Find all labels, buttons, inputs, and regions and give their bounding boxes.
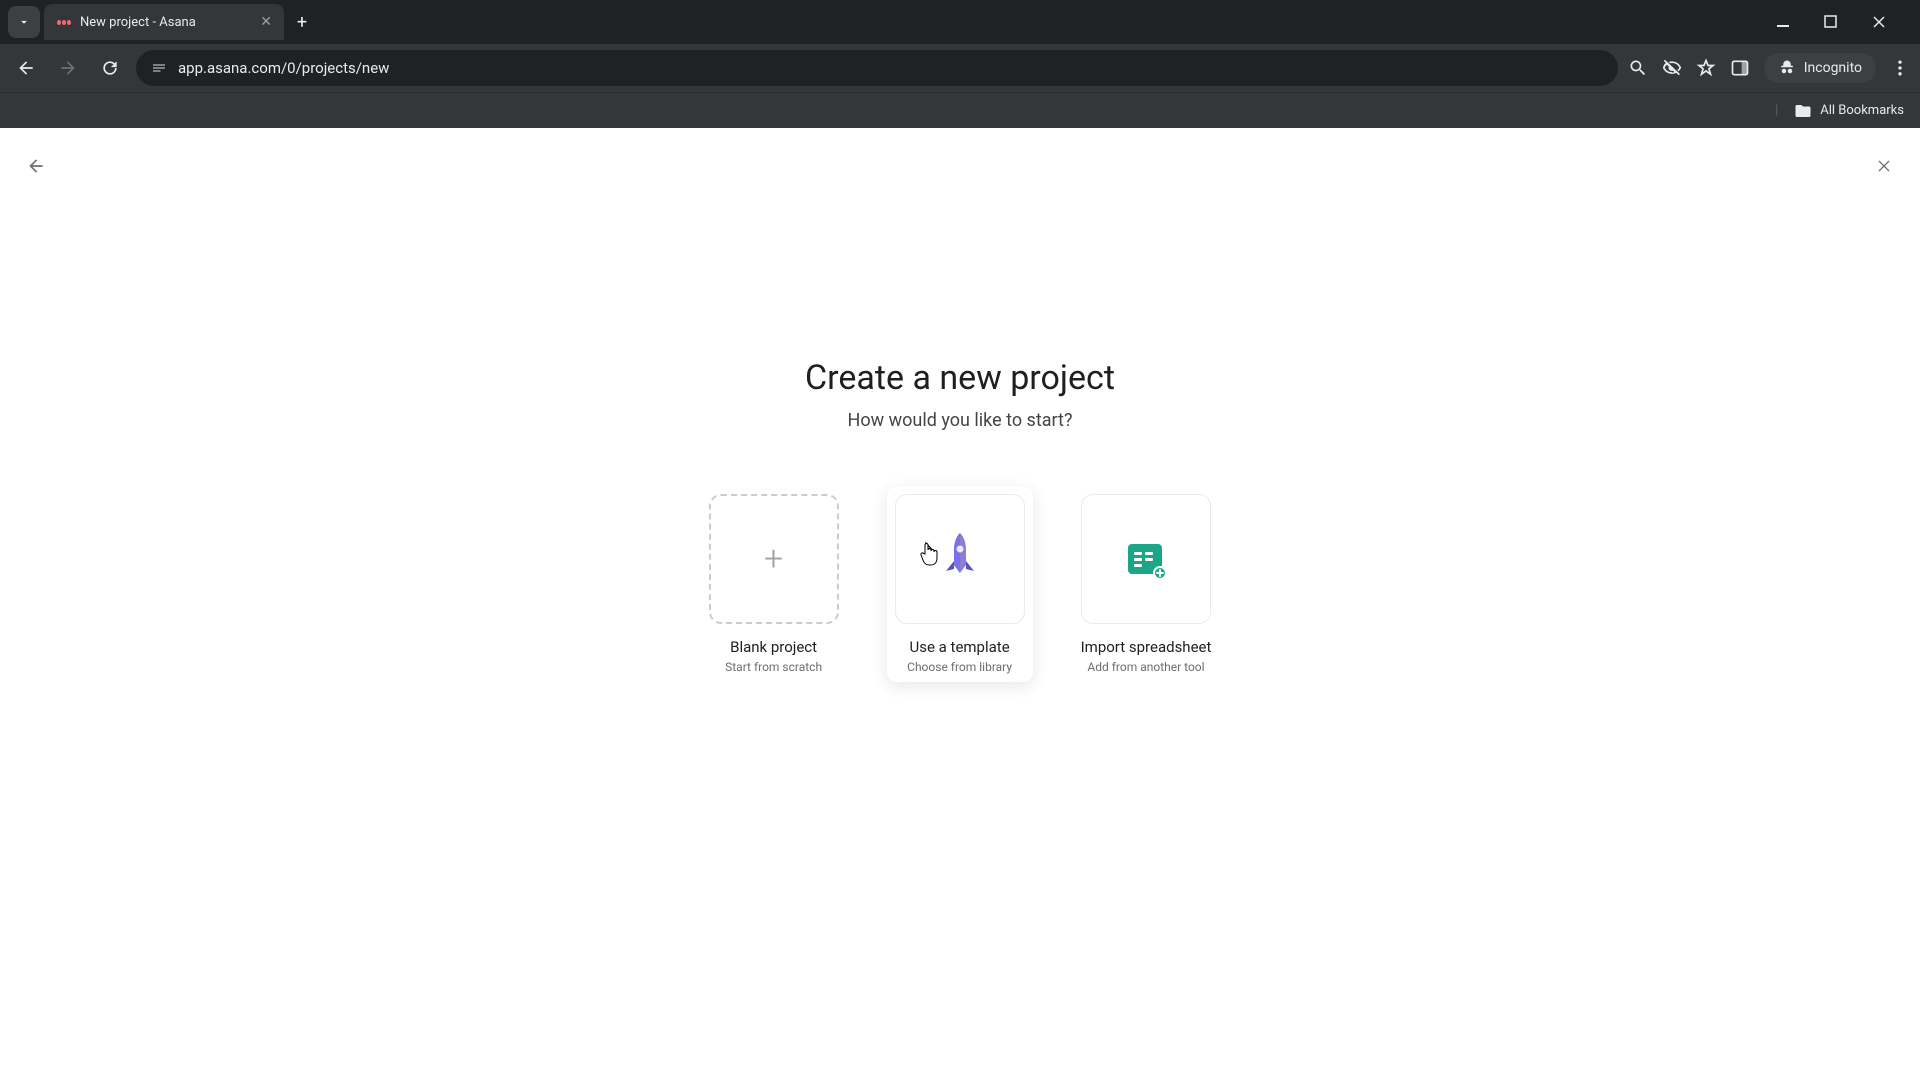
search-icon[interactable]: [1628, 58, 1648, 78]
toolbar-actions: Incognito: [1628, 53, 1910, 83]
folder-icon: [1794, 102, 1812, 120]
page-close-button[interactable]: [1866, 148, 1902, 184]
chevron-down-icon: [17, 15, 31, 29]
back-button[interactable]: [10, 52, 42, 84]
arrow-left-icon: [16, 58, 36, 78]
import-spreadsheet-card[interactable]: Import spreadsheet Add from another tool: [1073, 486, 1220, 682]
incognito-label: Incognito: [1804, 60, 1862, 76]
window-controls: [1776, 15, 1912, 29]
project-options: + Blank project Start from scratch Use a…: [701, 486, 1220, 682]
tab-search-dropdown[interactable]: [8, 6, 40, 38]
bookmarks-bar: | All Bookmarks: [0, 92, 1920, 128]
close-icon: [1876, 158, 1892, 174]
card-subtitle: Choose from library: [907, 660, 1012, 674]
blank-project-card[interactable]: + Blank project Start from scratch: [701, 486, 847, 682]
card-title: Blank project: [730, 638, 817, 656]
arrow-right-icon: [58, 58, 78, 78]
tab-close-icon[interactable]: ✕: [260, 14, 272, 30]
card-subtitle: Add from another tool: [1087, 660, 1204, 674]
close-window-button[interactable]: [1872, 15, 1902, 29]
browser-toolbar: app.asana.com/0/projects/new Incognito: [0, 44, 1920, 92]
site-settings-icon[interactable]: [150, 59, 168, 77]
page-title: Create a new project: [805, 358, 1115, 398]
bookmarks-divider: |: [1775, 103, 1778, 118]
use-template-card[interactable]: Use a template Choose from library: [887, 486, 1033, 682]
reload-button[interactable]: [94, 52, 126, 84]
eye-off-icon[interactable]: [1662, 58, 1682, 78]
reload-icon: [100, 58, 120, 78]
card-title: Import spreadsheet: [1081, 638, 1212, 656]
main-content: Create a new project How would you like …: [0, 128, 1920, 682]
rocket-icon: [935, 531, 985, 587]
plus-icon: +: [764, 539, 783, 579]
card-title: Use a template: [910, 638, 1010, 656]
tab-strip: New project - Asana ✕ +: [0, 0, 1920, 44]
card-subtitle: Start from scratch: [725, 660, 822, 674]
side-panel-icon[interactable]: [1730, 58, 1750, 78]
incognito-icon: [1778, 59, 1796, 77]
all-bookmarks-button[interactable]: All Bookmarks: [1820, 103, 1904, 118]
spreadsheet-box: [1081, 494, 1211, 624]
browser-tab[interactable]: New project - Asana ✕: [44, 4, 284, 40]
address-bar[interactable]: app.asana.com/0/projects/new: [136, 50, 1618, 86]
page-subtitle: How would you like to start?: [848, 410, 1073, 431]
asana-favicon-icon: [56, 14, 72, 30]
template-box: [895, 494, 1025, 624]
blank-project-box: +: [709, 494, 839, 624]
maximize-button[interactable]: [1824, 15, 1854, 29]
new-tab-button[interactable]: +: [288, 8, 316, 36]
forward-button[interactable]: [52, 52, 84, 84]
page-content: Create a new project How would you like …: [0, 128, 1920, 1080]
tab-title: New project - Asana: [80, 15, 252, 30]
menu-icon[interactable]: [1890, 58, 1910, 78]
browser-chrome: New project - Asana ✕ +: [0, 0, 1920, 128]
page-back-button[interactable]: [18, 148, 54, 184]
bookmark-star-icon[interactable]: [1696, 58, 1716, 78]
minimize-button[interactable]: [1776, 15, 1806, 29]
incognito-indicator[interactable]: Incognito: [1764, 53, 1876, 83]
url-text: app.asana.com/0/projects/new: [178, 59, 389, 77]
spreadsheet-icon: [1123, 536, 1169, 582]
arrow-left-icon: [26, 156, 46, 176]
